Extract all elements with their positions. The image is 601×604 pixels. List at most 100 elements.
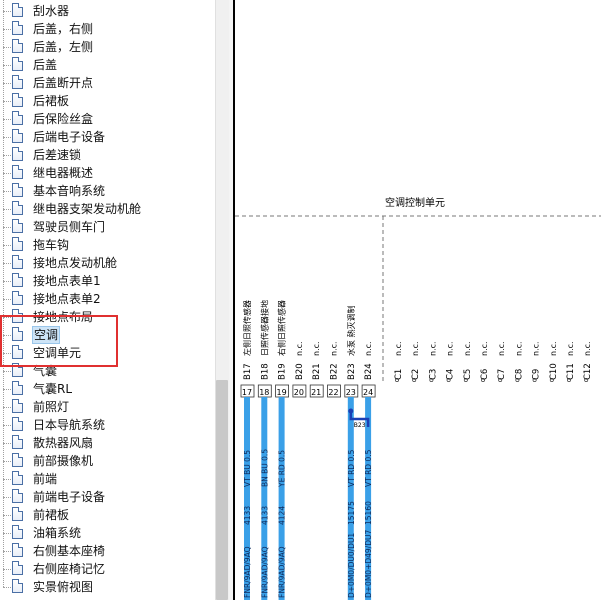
tree-item[interactable]: 后保险丝盒 <box>0 101 215 128</box>
tree-connector-line <box>3 137 11 138</box>
tree-connector-line <box>3 569 11 570</box>
tree-connector-line <box>3 11 11 12</box>
unit-title: 空调控制单元 <box>385 196 445 209</box>
document-icon <box>12 183 23 197</box>
pin-description: 日照传感器接地 <box>259 300 269 356</box>
pin-code: C6 <box>480 369 490 380</box>
tree-connector-line <box>3 497 4 515</box>
tree-item[interactable]: 驾驶员侧车门 <box>0 209 215 236</box>
document-icon <box>12 525 23 539</box>
tree-item[interactable]: 散热器风扇 <box>0 425 215 452</box>
tree-connector-line <box>3 101 4 119</box>
document-icon <box>12 129 23 143</box>
tree-item[interactable]: 实景俯视图 <box>0 569 215 596</box>
tree-item[interactable]: 继电器概述 <box>0 155 215 182</box>
document-icon <box>12 93 23 107</box>
tree-item[interactable]: 后盖，左侧 <box>0 29 215 56</box>
tree-connector-line <box>3 173 11 174</box>
tree-item[interactable]: 接地点布局 <box>0 299 215 326</box>
tree-connector-line <box>3 515 4 533</box>
tree-connector-line <box>3 29 4 47</box>
pin-description: n.c. <box>411 341 420 356</box>
tree-item[interactable]: 日本导航系统 <box>0 407 215 434</box>
document-icon <box>12 309 23 323</box>
pin-description: n.c. <box>330 341 339 356</box>
harness-code: FNR/9AD/9AQ <box>278 546 287 598</box>
tree-item[interactable]: 前端电子设备 <box>0 479 215 506</box>
tree-connector-line <box>3 191 4 209</box>
tree-item[interactable]: 刮水器 <box>0 0 215 20</box>
tree-item[interactable]: 前裙板 <box>0 497 215 524</box>
pin-description: n.c. <box>364 341 373 356</box>
tree-item[interactable]: 拖车钩 <box>0 227 215 254</box>
pin-description: 水泵 熱灭调制 <box>346 305 356 356</box>
tree-item[interactable]: 空调单元 <box>0 335 215 362</box>
tree-item-label: 前照灯 <box>33 400 70 414</box>
tree-item-label: 实景俯视图 <box>33 580 94 594</box>
document-icon <box>12 381 23 395</box>
pin-code: C1 <box>394 369 404 380</box>
tree-item-label: 后盖断开点 <box>33 76 94 90</box>
document-icon <box>12 291 23 305</box>
tree-connector-line <box>3 227 4 245</box>
pin-description: n.c. <box>312 341 321 356</box>
pin-code: B19 <box>278 363 288 380</box>
tree-item-label: 后裙板 <box>33 94 70 108</box>
document-icon <box>12 327 23 341</box>
tree-item[interactable]: 接地点发动机舱 <box>0 245 215 272</box>
tree-connector-line <box>3 137 4 155</box>
tree-item[interactable]: 前部摄像机 <box>0 443 215 470</box>
tree-connector-line <box>3 299 4 317</box>
tree-item[interactable]: 后差速锁 <box>0 137 215 164</box>
pin-number: 24 <box>363 388 373 397</box>
tree-item[interactable]: 后端电子设备 <box>0 119 215 146</box>
tree-item[interactable]: 接地点表单2 <box>0 281 215 308</box>
pin-description: n.c. <box>532 341 541 356</box>
pin-code: B18 <box>260 363 270 380</box>
tree-item[interactable]: 油箱系统 <box>0 515 215 542</box>
tree-item[interactable]: 前照灯 <box>0 389 215 416</box>
tree-connector-line <box>3 461 11 462</box>
tree-item-label: 散热器风扇 <box>33 436 94 450</box>
tree-item-label: 接地点表单1 <box>33 274 101 288</box>
tree-connector-line <box>3 281 11 282</box>
tree-scrollbar-thumb[interactable] <box>216 380 228 600</box>
tree-item[interactable]: 右侧基本座椅 <box>0 533 215 560</box>
pin-number: 18 <box>259 388 269 397</box>
harness-code: FNR/9AD/9AQ <box>260 546 269 598</box>
tree-item[interactable]: 后裙板 <box>0 83 215 110</box>
harness-code: D+0M0/DU0/DU1 <box>347 533 356 598</box>
tree-item[interactable]: 接地点表单1 <box>0 263 215 290</box>
document-icon <box>12 345 23 359</box>
tree-connector-line <box>3 29 11 30</box>
tree-item[interactable]: 继电器支架发动机舱 <box>0 191 215 218</box>
document-icon <box>12 39 23 53</box>
tree-connector-line <box>3 461 4 479</box>
tree-item-label: 后盖，左侧 <box>33 40 94 54</box>
tree-connector-line <box>3 263 11 264</box>
pin-description: 左侧日照传感器 <box>242 300 252 356</box>
document-icon <box>12 237 23 251</box>
pin-description: n.c. <box>566 341 575 356</box>
document-icon <box>12 75 23 89</box>
tree-item[interactable]: 后盖 <box>0 47 215 74</box>
tree-item[interactable]: 空调 <box>0 317 215 344</box>
wires: VT BU 0.5 4133 FNR/9AD/9AQ BN BU 0.5 4133 FNR… <box>243 397 373 600</box>
tree-item-label: 接地点发动机舱 <box>33 256 118 270</box>
tree-item[interactable]: 后盖，右侧 <box>0 11 215 38</box>
tree-item[interactable]: 基本音响系统 <box>0 173 215 200</box>
pin-code: C8 <box>514 369 524 380</box>
tree-connector-line <box>3 101 11 102</box>
pin-description: 右侧日照传感器 <box>277 300 287 356</box>
tree-item[interactable]: 气囊RL <box>0 371 215 398</box>
tree-connector-line <box>3 551 11 552</box>
tree-connector-line <box>3 83 4 101</box>
wire-id: 4124 <box>278 506 287 525</box>
pin-description: n.c. <box>514 341 523 356</box>
document-icon <box>12 579 23 593</box>
tree-item[interactable]: 前端 <box>0 461 215 488</box>
tree-item[interactable]: 后盖断开点 <box>0 65 215 92</box>
tree-item[interactable]: 气囊 <box>0 353 215 380</box>
pin-code: C2 <box>411 369 421 380</box>
tree-item[interactable]: 右侧座椅记忆 <box>0 551 215 578</box>
